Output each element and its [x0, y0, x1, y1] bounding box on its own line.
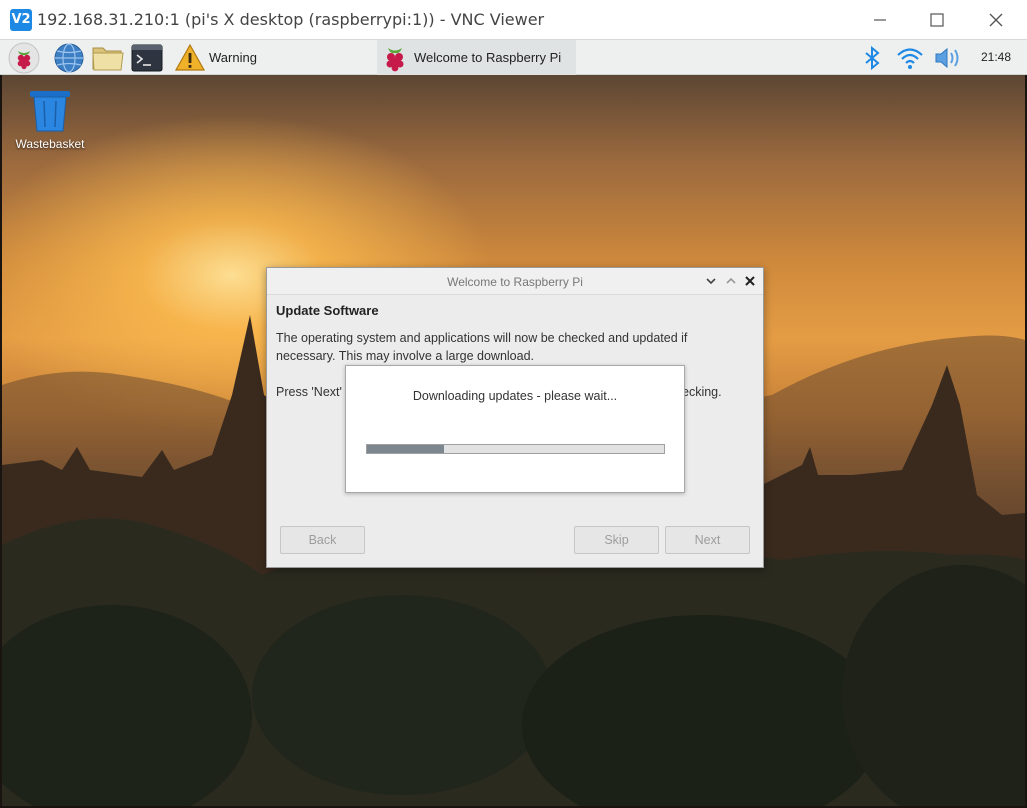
download-progress-dialog: Downloading updates - please wait...: [345, 365, 685, 493]
wizard-press-text-end: ecking.: [682, 385, 722, 399]
taskbar-item-label: Welcome to Raspberry Pi: [414, 50, 562, 65]
volume-icon: [935, 47, 959, 69]
terminal-button[interactable]: [131, 42, 163, 74]
wizard-title: Welcome to Raspberry Pi: [447, 275, 583, 289]
chevron-down-icon[interactable]: [704, 274, 718, 288]
volume-button[interactable]: [934, 44, 962, 72]
clock[interactable]: 21:48: [981, 50, 1011, 64]
web-browser-icon: [54, 43, 84, 73]
warning-icon: [175, 43, 205, 71]
taskbar: Warning Welcome to Raspberry Pi 21:48: [0, 40, 1027, 75]
desktop-icon-wastebasket[interactable]: Wastebasket: [10, 89, 90, 151]
wizard-press-text: Press 'Next' t: [276, 385, 349, 399]
back-button[interactable]: Back: [280, 526, 365, 554]
file-manager-icon: [92, 47, 124, 71]
maximize-button[interactable]: [914, 4, 960, 36]
progress-message: Downloading updates - please wait...: [412, 389, 618, 403]
minimize-button[interactable]: [857, 4, 903, 36]
minimize-icon: [874, 19, 886, 21]
progress-bar-fill: [367, 445, 444, 453]
close-button[interactable]: [973, 4, 1019, 36]
desktop-icon-label: Wastebasket: [15, 137, 85, 151]
bluetooth-icon: [865, 45, 880, 71]
wizard-titlebar[interactable]: Welcome to Raspberry Pi: [267, 268, 763, 295]
close-icon: [989, 13, 1003, 27]
web-browser-button[interactable]: [53, 42, 85, 74]
progress-bar: [366, 444, 665, 454]
bluetooth-button[interactable]: [858, 44, 886, 72]
vnc-titlebar: V2 192.168.31.210:1 (pi's X desktop (ras…: [0, 0, 1027, 40]
wizard-body-line-1: The operating system and applications wi…: [276, 331, 688, 345]
wifi-icon: [897, 48, 923, 69]
raspberry-menu-icon: [8, 42, 40, 74]
vnc-logo-icon: V2: [10, 9, 32, 31]
file-manager-button[interactable]: [91, 42, 124, 74]
close-icon[interactable]: [743, 274, 757, 288]
taskbar-item-warning[interactable]: Warning: [175, 40, 375, 75]
wizard-body-line-2: necessary. This may involve a large down…: [276, 349, 535, 363]
raspberry-menu-button[interactable]: [8, 42, 40, 74]
vnc-window-title: 192.168.31.210:1 (pi's X desktop (raspbe…: [37, 10, 545, 29]
chevron-up-icon[interactable]: [724, 274, 738, 288]
taskbar-item-label: Warning: [209, 50, 257, 65]
taskbar-item-welcome[interactable]: Welcome to Raspberry Pi: [377, 40, 576, 75]
maximize-icon: [930, 13, 944, 27]
next-button[interactable]: Next: [665, 526, 750, 554]
raspberry-icon: [386, 47, 404, 71]
skip-button[interactable]: Skip: [574, 526, 659, 554]
wifi-button[interactable]: [896, 44, 924, 72]
terminal-icon: [131, 44, 163, 72]
wastebasket-icon: [30, 91, 70, 132]
wizard-heading: Update Software: [276, 303, 379, 318]
